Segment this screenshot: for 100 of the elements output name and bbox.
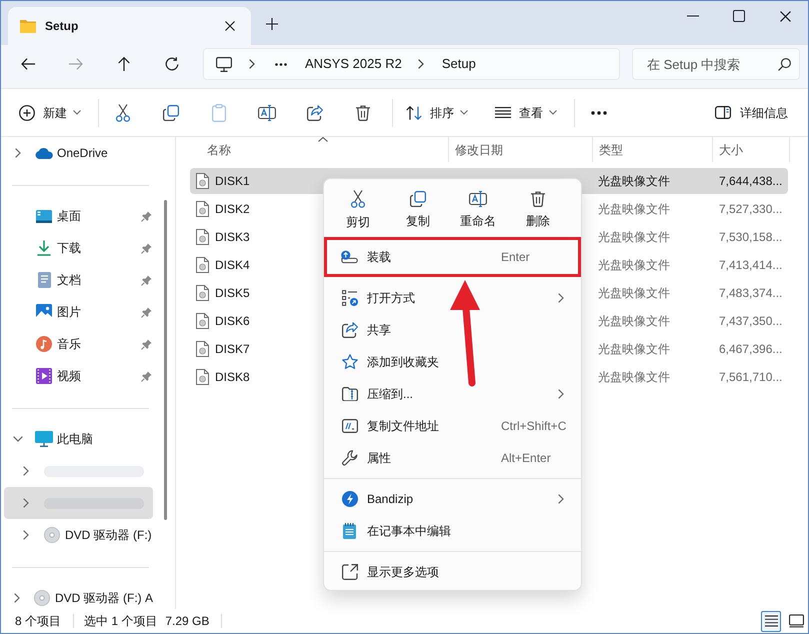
file-name[interactable]: DISK8 — [215, 368, 250, 386]
star-icon — [342, 354, 358, 370]
address-bar[interactable]: ANSYS 2025 R2 Setup — [203, 48, 620, 80]
app-list-icon — [342, 290, 358, 306]
file-type: 光盘映像文件 — [598, 370, 670, 384]
minimize-icon — [687, 15, 699, 17]
delete-menu-button[interactable]: 删除 — [508, 184, 568, 236]
column-header[interactable]: 修改日期 — [448, 137, 592, 162]
download-icon — [37, 240, 51, 256]
more-icon — [591, 110, 607, 114]
document-icon — [38, 272, 50, 288]
menu-item[interactable]: Bandizip — [324, 478, 581, 515]
file-name[interactable]: DISK4 — [215, 256, 250, 274]
cloud-icon — [35, 148, 53, 158]
menu-item[interactable]: 复制文件地址 Ctrl+Shift+C — [324, 410, 581, 442]
monitor-icon — [216, 56, 232, 72]
copy-menu-button[interactable]: 复制 — [388, 184, 448, 236]
menu-item[interactable]: 打开方式 — [324, 282, 581, 314]
details-pane-icon — [715, 106, 731, 119]
list-view-icon — [495, 107, 511, 118]
video-icon — [36, 368, 52, 384]
file-size: 7,437,350... — [719, 314, 782, 328]
desktop-icon — [36, 210, 52, 222]
search-field[interactable]: 在 Setup 中搜索 — [632, 48, 800, 80]
disc-icon — [34, 590, 50, 606]
details-pane-button[interactable]: 详细信息 — [708, 96, 795, 128]
disc-image-file-icon — [196, 285, 209, 301]
file-name[interactable]: DISK5 — [215, 284, 250, 302]
wrench-icon — [342, 450, 358, 466]
sidebar-item[interactable]: 图片 — [4, 296, 153, 328]
file-size: 7,413,414... — [719, 258, 782, 272]
search-icon — [778, 58, 791, 71]
sidebar-item[interactable]: 下载 — [4, 232, 153, 264]
rename-menu-button[interactable]: 重命名 — [448, 184, 508, 236]
plus-circle-icon — [19, 104, 35, 120]
plus-icon — [266, 18, 278, 30]
zip-folder-icon — [342, 387, 358, 401]
scrollbar-thumb[interactable] — [164, 200, 167, 520]
file-name[interactable]: DISK3 — [215, 228, 250, 246]
sidebar-item[interactable]: 此电脑 — [4, 423, 153, 455]
menu-item[interactable]: 装载 Enter — [327, 240, 578, 274]
file-name[interactable]: DISK7 — [215, 340, 250, 358]
menu-item[interactable]: 添加到收藏夹 — [324, 346, 581, 378]
sort-icon — [406, 106, 422, 120]
share-icon — [342, 322, 358, 338]
notepad-icon — [343, 523, 356, 539]
file-size: 7,561,710... — [719, 370, 782, 384]
shortcut-label: Ctrl+Shift+C — [501, 418, 566, 435]
menu-item[interactable]: 在记事本中编辑 — [324, 515, 581, 547]
sidebar-item[interactable]: 桌面 — [4, 200, 153, 232]
sidebar-item[interactable]: OneDrive — [4, 137, 153, 169]
disc-image-file-icon — [196, 257, 209, 273]
rename-icon — [258, 104, 276, 120]
monitor-icon — [35, 431, 53, 447]
music-note-icon — [36, 336, 52, 352]
menu-item[interactable]: 共享 — [324, 314, 581, 346]
file-size: 7,530,158... — [719, 230, 782, 244]
sidebar-item[interactable]: DVD 驱动器 (F:) — [4, 519, 153, 551]
disc-image-file-icon — [196, 313, 209, 329]
scissors-icon — [116, 104, 130, 122]
file-name[interactable]: DISK6 — [215, 312, 250, 330]
menu-item[interactable]: 显示更多选项 — [324, 551, 581, 588]
breadcrumb[interactable]: ANSYS 2025 R2 — [301, 52, 406, 76]
copy-icon — [410, 190, 426, 206]
sidebar-item[interactable]: DVD 驱动器 (F:) A — [4, 582, 153, 609]
new-button[interactable]: 新建 — [12, 96, 87, 128]
trash-icon — [356, 104, 370, 120]
file-type: 光盘映像文件 — [598, 258, 670, 272]
maximize-icon — [733, 10, 745, 22]
menu-item[interactable]: 属性 Alt+Enter — [324, 442, 581, 474]
selection-size: 7.29 GB — [165, 613, 210, 630]
disc-image-file-icon — [196, 369, 209, 385]
sidebar-item[interactable]: 文档 — [4, 264, 153, 296]
menu-item[interactable]: 压缩到... — [324, 378, 581, 410]
sidebar-item[interactable]: 视频 — [4, 360, 153, 392]
column-header[interactable]: 名称 — [190, 137, 448, 162]
column-header[interactable]: 大小 — [712, 137, 790, 162]
picture-icon — [36, 304, 52, 320]
back-arrow-icon — [21, 58, 35, 70]
lightning-badge-icon — [342, 491, 358, 507]
file-type: 光盘映像文件 — [598, 286, 670, 300]
sort-button[interactable]: 排序 — [399, 96, 474, 128]
sidebar-item[interactable]: 音乐 — [4, 328, 153, 360]
forward-arrow-icon — [69, 58, 83, 70]
view-button[interactable]: 查看 — [488, 96, 563, 128]
file-type: 光盘映像文件 — [598, 314, 670, 328]
details-view-button[interactable] — [761, 610, 781, 632]
tab[interactable]: Setup — [8, 7, 251, 45]
up-arrow-icon — [118, 57, 130, 71]
path-icon — [342, 419, 358, 433]
close-icon — [225, 21, 235, 31]
copy-icon — [163, 104, 179, 120]
file-name: DISK1 — [215, 173, 250, 190]
file-type: 光盘映像文件 — [598, 342, 670, 356]
breadcrumb[interactable]: Setup — [438, 52, 480, 76]
open-window-icon — [342, 564, 358, 580]
file-name[interactable]: DISK2 — [215, 200, 250, 218]
chevron-right-icon — [418, 59, 424, 69]
cut-menu-button[interactable]: 剪切 — [328, 184, 388, 236]
column-header[interactable]: 类型 — [592, 137, 712, 162]
